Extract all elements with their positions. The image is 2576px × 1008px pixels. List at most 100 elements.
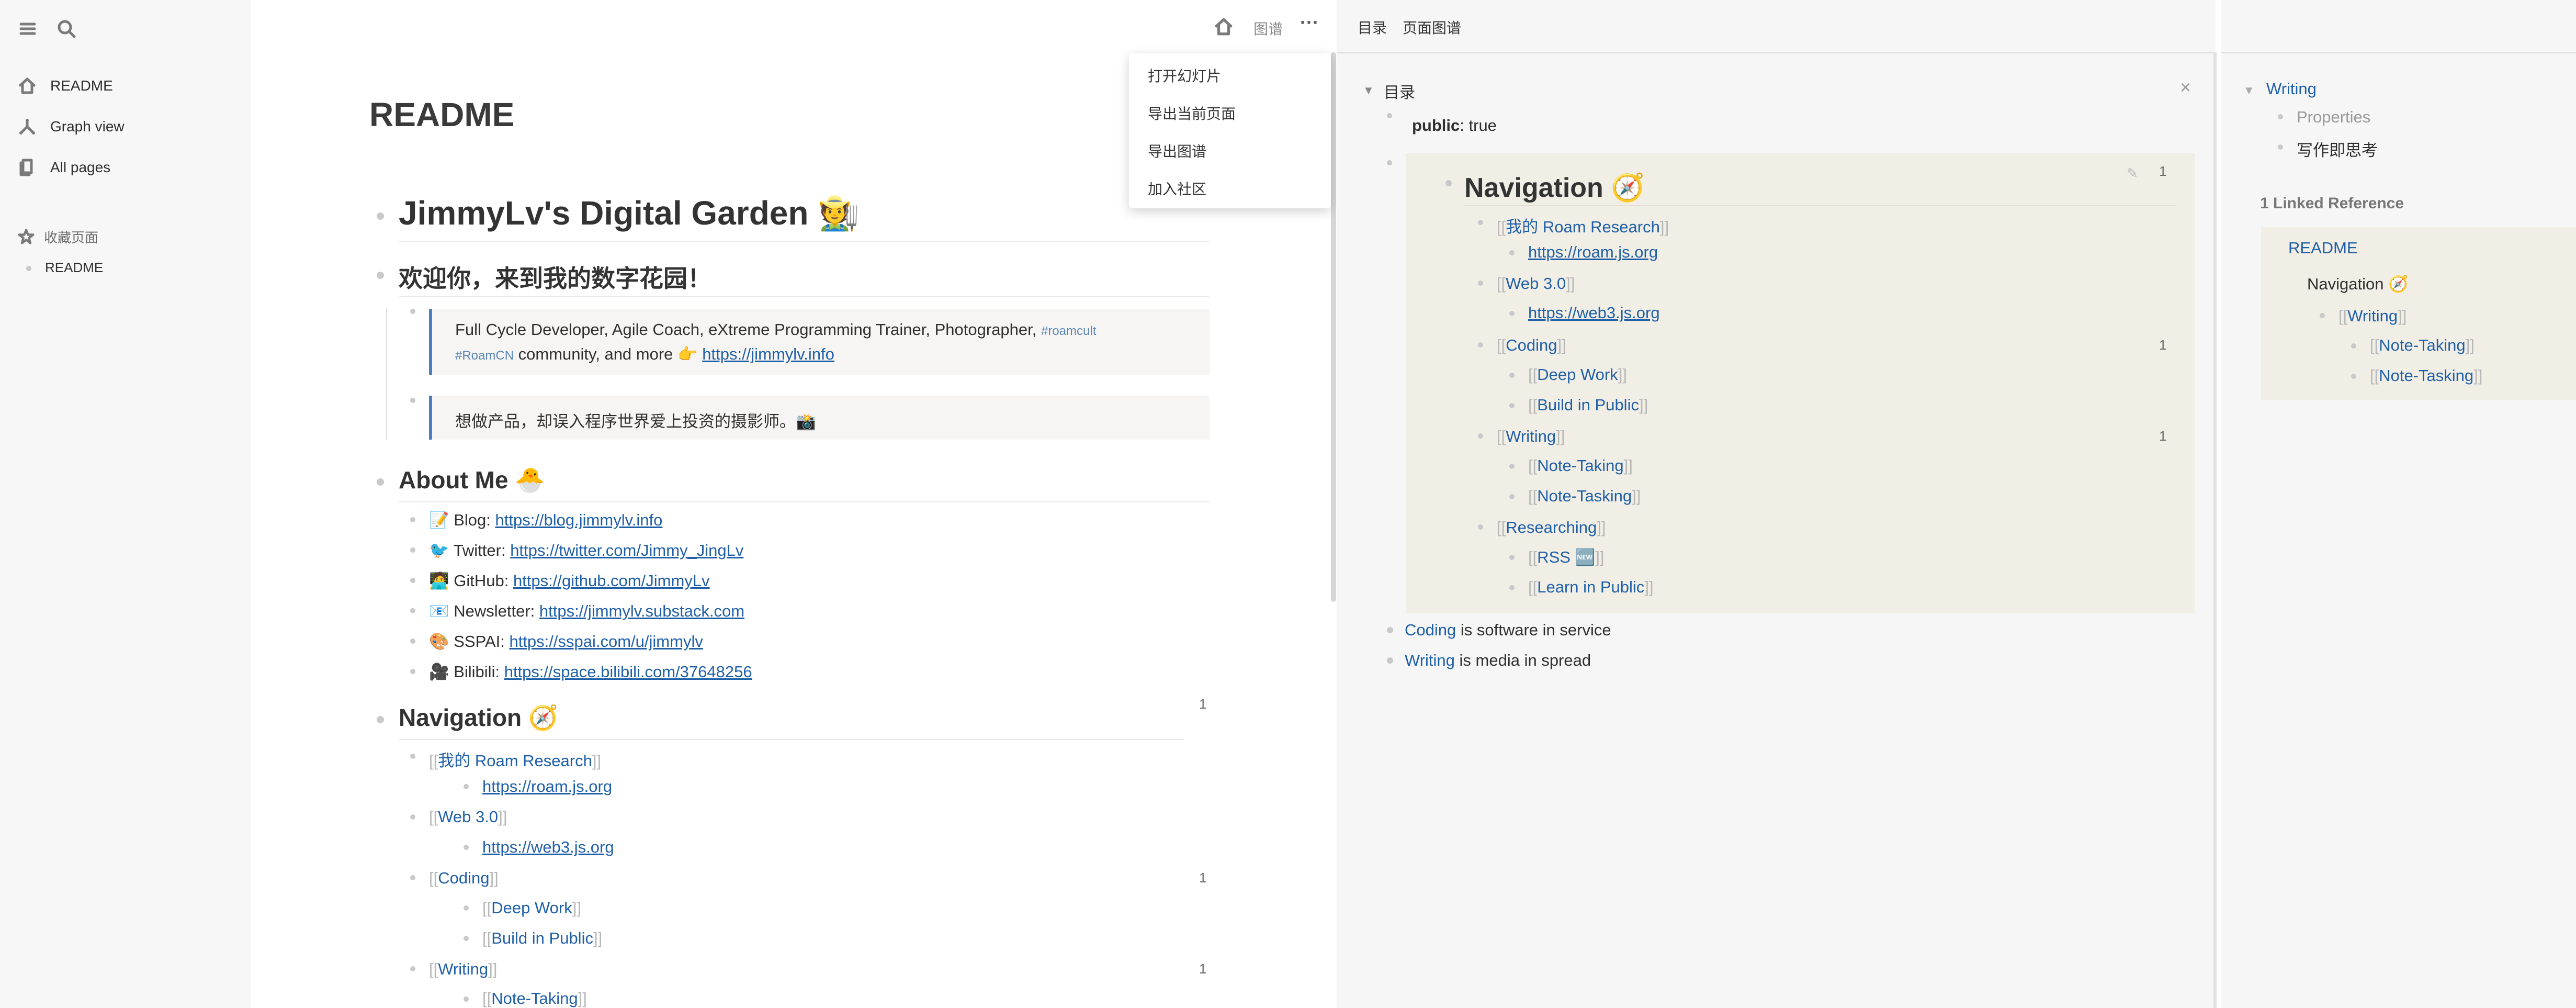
list-bullet[interactable] [1509,494,1515,499]
tab-toc[interactable]: 目录 [1358,17,1387,38]
nav-writing[interactable]: [[Writing]] [429,960,497,979]
home-button-icon[interactable] [1214,17,1234,37]
list-bullet[interactable] [464,936,469,941]
favorite-item-readme[interactable]: README [45,260,103,276]
list-bullet[interactable] [464,905,469,911]
list-bullet[interactable] [1387,113,1392,118]
panel-resize-handle[interactable] [2213,52,2217,1008]
ref-note-tasking[interactable]: [[Note-Tasking]] [2370,366,2482,385]
nav-build-in-public[interactable]: [[Build in Public]] [482,929,602,948]
list-bullet[interactable] [1509,373,1515,378]
heading-digital-garden[interactable]: JimmyLv's Digital Garden 🧑‍🌾 [399,194,860,233]
refs-properties[interactable]: Properties [2297,108,2370,127]
block-ref-count[interactable]: 1 [2159,428,2166,444]
toc-web3[interactable]: [[Web 3.0]] [1497,274,1575,293]
link-bilibili[interactable]: https://space.bilibili.com/37648256 [504,663,752,681]
list-bullet[interactable] [1387,627,1393,633]
block-bullet[interactable] [410,398,415,403]
link-roam[interactable]: https://roam.js.org [482,777,612,796]
list-bullet[interactable] [1509,403,1515,408]
toc-roam[interactable]: [[我的 Roam Research]] [1497,214,1669,237]
block-bullet[interactable] [1445,180,1452,186]
nav-coding[interactable]: [[Coding]] [429,869,499,888]
heading-about-me[interactable]: About Me 🐣 [399,466,545,495]
linked-references-title[interactable]: 1 Linked Reference [2260,195,2404,212]
list-bullet[interactable] [410,669,415,674]
list-bullet[interactable] [1509,464,1515,469]
more-button[interactable]: ··· [1300,12,1319,33]
collapse-arrow-icon[interactable]: ▼ [1363,84,1374,97]
block-bullet[interactable] [377,272,384,279]
toc-navigation-title[interactable]: Navigation 🧭 [1464,172,1645,204]
toc-learn-in-public[interactable]: [[Learn in Public]] [1528,578,1654,597]
ref-note-taking[interactable]: [[Note-Taking]] [2370,336,2475,355]
block-ref-count[interactable]: 1 [1199,961,1206,977]
block-ref-count[interactable]: 1 [2159,337,2166,353]
toc-coding[interactable]: [[Coding]] [1497,336,1566,355]
close-icon[interactable]: × [2180,76,2191,98]
link-web3[interactable]: https://web3.js.org [482,838,614,856]
list-bullet[interactable] [410,547,415,553]
block-bullet[interactable] [377,716,384,723]
sidebar-item-all-pages[interactable]: All pages [18,152,110,183]
collapse-arrow-icon[interactable]: ▼ [2243,84,2255,97]
nav-web3[interactable]: [[Web 3.0]] [429,808,507,826]
list-bullet[interactable] [410,814,415,820]
link-sspai[interactable]: https://sspai.com/u/jimmylv [509,632,703,651]
page-title[interactable]: README [369,95,514,134]
list-bullet[interactable] [1478,433,1483,439]
toc-rss[interactable]: [[RSS 🆕]] [1528,547,1604,567]
ref-page-readme[interactable]: README [2288,239,2358,257]
toc-researching[interactable]: [[Researching]] [1497,518,1606,537]
list-bullet[interactable] [1387,160,1392,165]
link-twitter[interactable]: https://twitter.com/Jimmy_JingLv [510,541,743,559]
menu-item-export-page[interactable]: 导出当前页面 [1148,103,1236,124]
sidebar-item-graph-view[interactable]: Graph view [18,111,125,142]
block-ref-count[interactable]: 1 [1199,870,1206,886]
ref-coding[interactable]: Coding [1405,621,1456,639]
list-bullet[interactable] [1478,220,1483,225]
list-bullet[interactable] [1478,281,1483,286]
list-bullet[interactable] [1509,311,1515,316]
nav-note-taking[interactable]: [[Note-Taking]] [482,989,587,1008]
block-bullet[interactable] [377,212,384,220]
tag-roamcn[interactable]: #RoamCN [455,349,514,363]
toc-writing[interactable]: [[Writing]] [1497,427,1565,446]
toc-build-in-public[interactable]: [[Build in Public]] [1528,396,1648,415]
tab-page-graph[interactable]: 页面图谱 [1403,17,1461,38]
list-bullet[interactable] [410,578,415,583]
link-jimmylv[interactable]: https://jimmylv.info [702,345,834,363]
list-bullet[interactable] [1509,250,1515,255]
list-bullet[interactable] [410,875,415,880]
block-bullet[interactable] [410,309,415,314]
ref-writing[interactable]: Writing [1405,651,1455,669]
block-ref-count[interactable]: 1 [2159,163,2166,180]
ref-writing[interactable]: [[Writing]] [2338,307,2406,326]
list-bullet[interactable] [1387,657,1393,664]
menu-item-join-community[interactable]: 加入社区 [1148,178,1206,199]
search-icon[interactable] [57,19,76,39]
block-ref-count[interactable]: 1 [1199,696,1206,712]
list-bullet[interactable] [410,966,415,971]
list-bullet[interactable] [410,608,415,613]
edit-pencil-icon[interactable]: ✎ [2127,165,2138,182]
list-bullet[interactable] [1478,524,1483,530]
link-web3[interactable]: https://web3.js.org [1528,304,1660,322]
favorites-header[interactable]: 收藏页面 [18,221,98,252]
tag-roamcult[interactable]: #roamcult [1041,324,1096,338]
link-blog[interactable]: https://blog.jimmylv.info [495,511,663,529]
link-newsletter[interactable]: https://jimmylv.substack.com [539,602,744,620]
menu-item-export-graph[interactable]: 导出图谱 [1148,140,1206,161]
ref-navigation[interactable]: Navigation 🧭 [2307,274,2409,294]
heading-navigation[interactable]: Navigation 🧭 [399,703,558,732]
nav-deep-work[interactable]: [[Deep Work]] [482,899,581,917]
toc-deep-work[interactable]: [[Deep Work]] [1528,365,1627,384]
refs-page-writing[interactable]: Writing [2266,80,2317,98]
list-bullet[interactable] [1478,342,1483,348]
list-bullet[interactable] [410,517,415,522]
main-scrollbar[interactable] [1331,52,1336,602]
list-bullet[interactable] [410,754,415,759]
link-github[interactable]: https://github.com/JimmyLv [513,572,710,590]
list-bullet[interactable] [410,639,415,644]
toc-note-taking[interactable]: [[Note-Taking]] [1528,456,1633,475]
